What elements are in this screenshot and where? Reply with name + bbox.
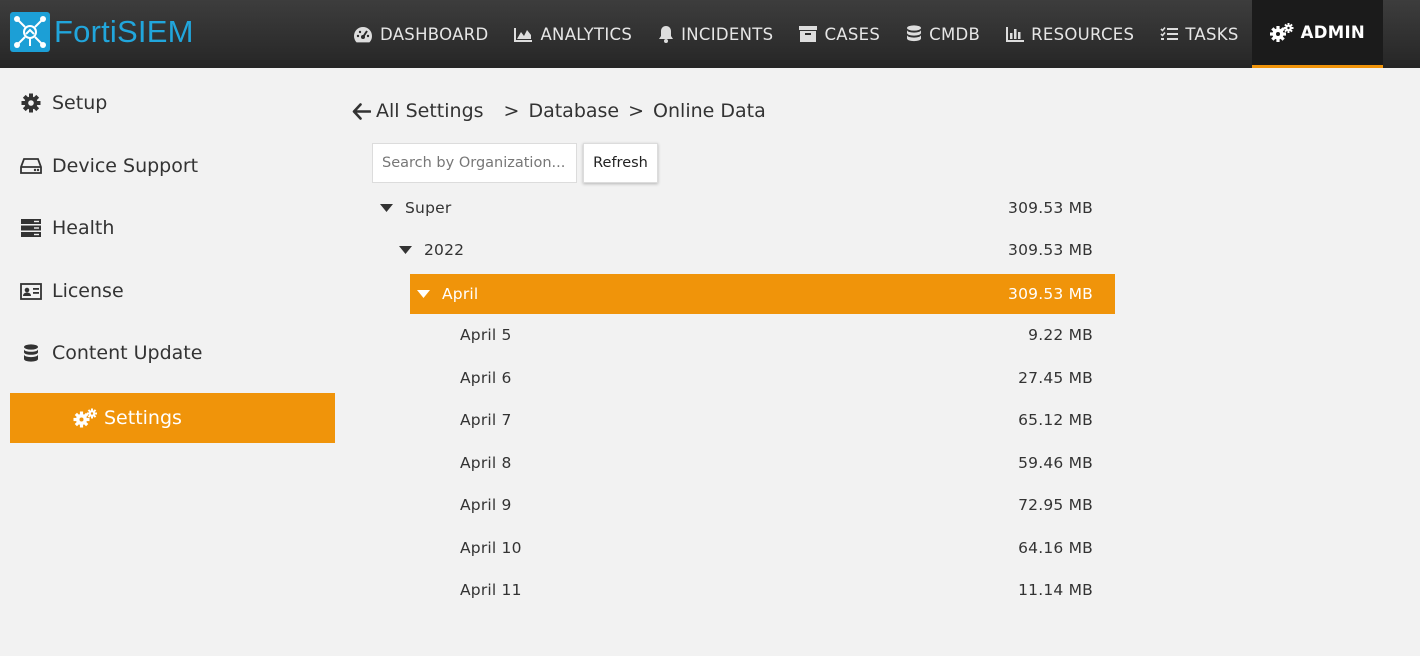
database-icon (20, 343, 42, 363)
nav-label: CMDB (929, 24, 981, 44)
tree-label: April 6 (460, 369, 512, 387)
tree-label: 2022 (424, 241, 465, 259)
nav-tasks[interactable]: TASKS (1147, 0, 1251, 68)
caret-down-icon[interactable] (399, 246, 412, 254)
sidebar-item-label: Content Update (52, 342, 203, 364)
sidebar-item-settings[interactable]: Settings (10, 393, 335, 443)
tree-size: 64.16 MB (1018, 539, 1093, 557)
organization-search-input[interactable] (372, 143, 577, 183)
database-icon (906, 25, 922, 43)
id-card-icon (20, 282, 42, 300)
sidebar-item-license[interactable]: License (10, 266, 335, 316)
tree-size: 309.53 MB (1008, 241, 1093, 259)
bell-icon (658, 25, 674, 43)
sidebar-item-label: License (52, 280, 124, 302)
hdd-icon (20, 158, 42, 174)
sidebar-item-setup[interactable]: Setup (10, 78, 335, 128)
tree-size: 11.14 MB (1018, 581, 1093, 599)
dashboard-icon (353, 26, 373, 43)
tree-size: 65.12 MB (1018, 411, 1093, 429)
tree-size: 309.53 MB (1008, 285, 1093, 303)
tree-row-april-7[interactable]: April 7 65.12 MB (410, 400, 1115, 440)
nav-label: ADMIN (1300, 23, 1366, 42)
top-navigation-bar: FortiSIEM DASHBOARD ANALYTICS INCIDENTS … (0, 0, 1420, 68)
back-label: All Settings (376, 100, 484, 122)
brand-name: FortiSIEM (54, 14, 194, 49)
tree-label: April 9 (460, 496, 512, 514)
nav-label: TASKS (1185, 24, 1239, 44)
tree-row-super[interactable]: Super 309.53 MB (380, 188, 1115, 228)
tree-row-april-8[interactable]: April 8 59.46 MB (410, 443, 1115, 483)
nav-resources[interactable]: RESOURCES (993, 0, 1147, 68)
tree-size: 9.22 MB (1028, 326, 1093, 344)
sidebar-item-label: Settings (104, 407, 182, 429)
sidebar-item-device-support[interactable]: Device Support (10, 141, 335, 191)
nav-label: DASHBOARD (380, 24, 489, 44)
cogs-icon (72, 408, 98, 428)
nav-label: INCIDENTS (681, 24, 774, 44)
server-icon (20, 219, 42, 237)
sidebar: Setup Device Support Health License Cont… (0, 68, 345, 656)
tree-label: April 10 (460, 539, 522, 557)
sidebar-item-health[interactable]: Health (10, 203, 335, 253)
breadcrumb-separator: > (628, 100, 645, 122)
nav-label: ANALYTICS (540, 24, 633, 44)
breadcrumb: All Settings > Database > Online Data (352, 96, 766, 126)
refresh-button[interactable]: Refresh (583, 143, 658, 183)
tree-size: 309.53 MB (1008, 199, 1093, 217)
fortisiem-logo-icon (10, 12, 50, 52)
tree-row-april[interactable]: April 309.53 MB (410, 274, 1115, 314)
tree-label: April 11 (460, 581, 522, 599)
area-chart-icon (514, 27, 533, 42)
cogs-icon (1269, 23, 1294, 42)
tree-label: April 5 (460, 326, 512, 344)
tree-row-april-5[interactable]: April 5 9.22 MB (410, 315, 1115, 355)
breadcrumb-online-data: Online Data (653, 100, 766, 122)
tree-size: 27.45 MB (1018, 369, 1093, 387)
breadcrumb-database: Database (528, 100, 620, 122)
breadcrumb-separator: > (503, 100, 520, 122)
tree-label: April 8 (460, 454, 512, 472)
archive-icon (799, 26, 818, 42)
nav-dashboard[interactable]: DASHBOARD (340, 0, 501, 68)
nav-label: RESOURCES (1031, 24, 1135, 44)
nav-cmdb[interactable]: CMDB (893, 0, 993, 68)
arrow-left-icon (352, 102, 371, 120)
tree-size: 72.95 MB (1018, 496, 1093, 514)
tree-row-april-11[interactable]: April 11 11.14 MB (410, 570, 1115, 610)
tree-label: April (442, 285, 479, 303)
caret-down-icon[interactable] (417, 290, 430, 298)
nav-analytics[interactable]: ANALYTICS (501, 0, 645, 68)
tree-row-april-9[interactable]: April 9 72.95 MB (410, 485, 1115, 525)
sidebar-item-content-update[interactable]: Content Update (10, 328, 335, 378)
caret-down-icon[interactable] (380, 204, 393, 212)
gear-icon (20, 93, 42, 113)
fortisiem-logo[interactable]: FortiSIEM (10, 12, 194, 52)
nav-label: CASES (824, 24, 881, 44)
nav-admin[interactable]: ADMIN (1251, 0, 1384, 68)
tree-label: April 7 (460, 411, 512, 429)
tree-size: 59.46 MB (1018, 454, 1093, 472)
tasks-icon (1160, 26, 1179, 42)
sidebar-item-label: Device Support (52, 155, 199, 177)
nav-incidents[interactable]: INCIDENTS (645, 0, 786, 68)
main-nav: DASHBOARD ANALYTICS INCIDENTS CASES CMDB (340, 0, 1384, 68)
nav-cases[interactable]: CASES (786, 0, 893, 68)
tree-row-2022[interactable]: 2022 309.53 MB (399, 230, 1115, 270)
sidebar-item-label: Health (52, 217, 115, 239)
tree-row-april-6[interactable]: April 6 27.45 MB (410, 358, 1115, 398)
back-to-all-settings-link[interactable]: All Settings (352, 100, 484, 122)
tree-row-april-10[interactable]: April 10 64.16 MB (410, 528, 1115, 568)
tree-label: Super (405, 199, 452, 217)
bar-chart-icon (1006, 26, 1025, 42)
sidebar-item-label: Setup (52, 92, 108, 114)
